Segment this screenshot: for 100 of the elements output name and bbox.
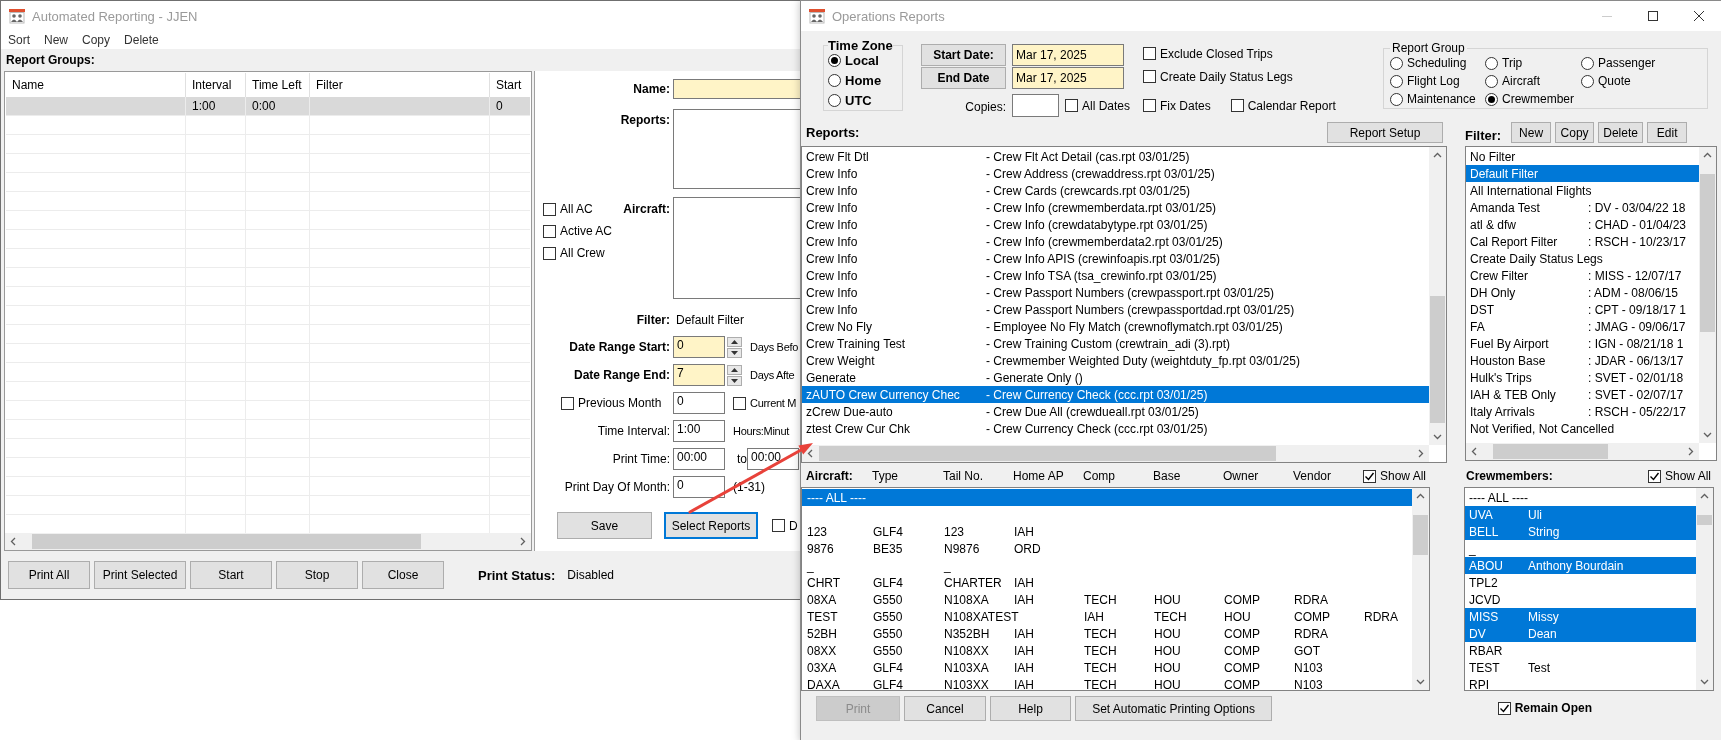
scroll-thumb[interactable]	[1492, 444, 1609, 459]
radio-button[interactable]	[1485, 74, 1498, 88]
table-row[interactable]: 03XA GLF4 N103XA IAH TECH HOU COMP N103	[802, 659, 1412, 676]
table-row[interactable]: 123 GLF4 123 IAH	[802, 523, 1412, 540]
column-header[interactable]: Owner	[1223, 469, 1293, 483]
list-item[interactable]: No Filter	[1466, 148, 1699, 165]
list-item[interactable]: Hulk's Trips : SVET - 02/01/18	[1466, 369, 1699, 386]
list-item[interactable]: Houston Base : JDAR - 06/13/17	[1466, 352, 1699, 369]
table-row[interactable]: 9876 BE35 N9876 ORD	[802, 540, 1412, 557]
radio-button[interactable]	[1390, 56, 1403, 70]
date-field[interactable]: Mar 17, 2025	[1012, 44, 1124, 66]
list-item[interactable]: Not Verified, Not Cancelled	[1466, 420, 1699, 437]
list-item[interactable]: _	[1465, 540, 1696, 557]
list-item[interactable]: Fuel By Airport : IGN - 08/21/18 1	[1466, 335, 1699, 352]
table-row[interactable]: 08XX G550 N108XX IAH TECH HOU COMP GOT	[802, 642, 1412, 659]
start-date-button[interactable]: Start Date:	[921, 44, 1006, 66]
maximize-icon[interactable]	[1648, 11, 1658, 21]
table-row[interactable]: DAXA GLF4 N103XX IAH TECH HOU COMP N103	[802, 676, 1412, 690]
list-item[interactable]: atl & dfw : CHAD - 01/04/23	[1466, 216, 1699, 233]
list-item[interactable]: Crew Info - Crew Info APIS (crewinfoapis.rpt 03/01/25)	[802, 250, 1429, 267]
list-item[interactable]: All International Flights	[1466, 182, 1699, 199]
list-item[interactable]: Italy Arrivals : RSCH - 05/22/17	[1466, 403, 1699, 420]
menu-item[interactable]: Copy	[82, 33, 111, 47]
input-field[interactable]: 0	[673, 476, 725, 498]
scroll-thumb[interactable]	[819, 446, 1276, 461]
close-icon[interactable]	[1694, 11, 1704, 21]
checkbox[interactable]	[1497, 701, 1511, 715]
action-button[interactable]: Close	[362, 561, 444, 589]
radio-button[interactable]	[1581, 74, 1594, 88]
vertical-scrollbar[interactable]	[1429, 147, 1446, 445]
list-item[interactable]: Crew Info - Crew Address (crewaddress.rpt 03/01/25)	[802, 165, 1429, 182]
list-item[interactable]: TEST Test	[1465, 659, 1696, 676]
checkbox[interactable]	[543, 246, 556, 260]
checkbox[interactable]	[1647, 469, 1661, 483]
list-item[interactable]: Cal Report Filter : RSCH - 10/23/17	[1466, 233, 1699, 250]
checkbox[interactable]	[1143, 70, 1156, 84]
checkbox[interactable]	[772, 519, 785, 532]
list-item[interactable]: DST : CPT - 09/18/17 1	[1466, 301, 1699, 318]
input-field[interactable]: 00:00	[673, 448, 725, 470]
action-button[interactable]: Stop	[276, 561, 358, 589]
input-field[interactable]: 0	[673, 392, 725, 414]
checkbox[interactable]	[1143, 99, 1156, 112]
checkbox[interactable]	[733, 396, 746, 410]
table-row[interactable]: 52BH G550 N352BH IAH TECH HOU COMP RDRA	[802, 625, 1412, 642]
list-item[interactable]: Crew Training Test - Crew Training Custom (crewtrain_adi (3).rpt)	[802, 335, 1429, 352]
list-item[interactable]: Crew No Fly - Employee No Fly Match (crewnoflymatch.rpt 03/01/25)	[802, 318, 1429, 335]
list-item[interactable]: ztest Crew Cur Chk - Crew Currency Check (ccc.rpt 03/01/25)	[802, 420, 1429, 437]
column-header[interactable]: Base	[1153, 469, 1223, 483]
horizontal-scrollbar[interactable]	[1466, 443, 1699, 460]
action-button[interactable]: Print Selected	[94, 561, 186, 589]
checkbox[interactable]	[561, 396, 574, 410]
list-item[interactable]: Crew Info - Crew Info TSA (tsa_crewinfo.rpt 03/01/25)	[802, 267, 1429, 284]
list-item[interactable]: IAH & TEB Only : SVET - 02/07/17	[1466, 386, 1699, 403]
checkbox[interactable]	[543, 202, 556, 216]
radio-button[interactable]	[1390, 74, 1403, 88]
filter-button[interactable]: Edit	[1647, 122, 1688, 143]
list-item[interactable]: FA : JMAG - 09/06/17	[1466, 318, 1699, 335]
vertical-scrollbar[interactable]	[1699, 147, 1716, 443]
column-header[interactable]: Tail No.	[943, 469, 1013, 483]
column-header[interactable]: Home AP	[1013, 469, 1083, 483]
list-item[interactable]: UVA Uli	[1465, 506, 1696, 523]
column-header[interactable]: Aircraft:	[806, 469, 872, 483]
radio-button[interactable]	[1485, 92, 1498, 106]
table-row[interactable]: TEST G550 N108XATEST IAH TECH HOU COMP RDRA	[802, 608, 1412, 625]
action-button[interactable]: Help	[990, 696, 1071, 721]
filter-button[interactable]: Copy	[1555, 122, 1595, 143]
radio-button[interactable]	[828, 54, 841, 67]
list-item[interactable]: Crew Info - Crew Passport Numbers (crewpassportdad.rpt 03/01/25)	[802, 301, 1429, 318]
list-item[interactable]: ---- ALL ----	[1465, 489, 1696, 506]
date-field[interactable]: Mar 17, 2025	[1012, 67, 1124, 89]
action-button[interactable]: Print All	[8, 561, 90, 589]
list-item[interactable]: Generate - Generate Only ()	[802, 369, 1429, 386]
list-item[interactable]: Crew Info - Crew Passport Numbers (crewpassport.rpt 03/01/25)	[802, 284, 1429, 301]
list-item[interactable]: Crew Flt Dtl - Crew Flt Act Detail (cas.rpt 03/01/25)	[802, 148, 1429, 165]
radio-button[interactable]	[1485, 56, 1498, 70]
list-item[interactable]: RPI	[1465, 676, 1696, 690]
action-button[interactable]: Set Automatic Printing Options	[1075, 696, 1272, 721]
end-date-button[interactable]: End Date	[921, 67, 1006, 89]
spinner[interactable]	[727, 364, 742, 386]
menu-item[interactable]: Sort	[8, 33, 30, 47]
column-header[interactable]: Vendor	[1293, 469, 1363, 483]
list-item[interactable]: DH Only : ADM - 08/06/15	[1466, 284, 1699, 301]
table-row[interactable]: CHRT GLF4 CHARTER IAH	[802, 574, 1412, 591]
table-row[interactable]: 1:00 0:00 0	[6, 97, 530, 116]
list-item[interactable]: zCrew Due-auto - Crew Due All (crewdueall.rpt 03/01/25)	[802, 403, 1429, 420]
input-field[interactable]: 7	[673, 364, 725, 386]
aircraft-box[interactable]	[673, 197, 802, 299]
scroll-thumb[interactable]	[1697, 515, 1712, 526]
column-header[interactable]: Comp	[1083, 469, 1153, 483]
list-item[interactable]: Crew Filter : MISS - 12/07/17	[1466, 267, 1699, 284]
list-item[interactable]: Crew Info - Crew Info (crewmemberdata2.rpt 03/01/25)	[802, 233, 1429, 250]
input-field[interactable]: 0	[673, 336, 725, 358]
vertical-scrollbar[interactable]	[1696, 488, 1713, 690]
list-item[interactable]: MISS Missy	[1465, 608, 1696, 625]
table-row[interactable]: ---- ALL ----	[802, 489, 1412, 506]
report-setup-button[interactable]: Report Setup	[1327, 122, 1443, 143]
radio-button[interactable]	[1581, 56, 1594, 70]
input-field[interactable]: 00:00	[747, 448, 799, 470]
list-item[interactable]: Crew Info - Crew Info (crewmemberdata.rpt 03/01/25)	[802, 199, 1429, 216]
checkbox[interactable]	[1143, 47, 1156, 61]
